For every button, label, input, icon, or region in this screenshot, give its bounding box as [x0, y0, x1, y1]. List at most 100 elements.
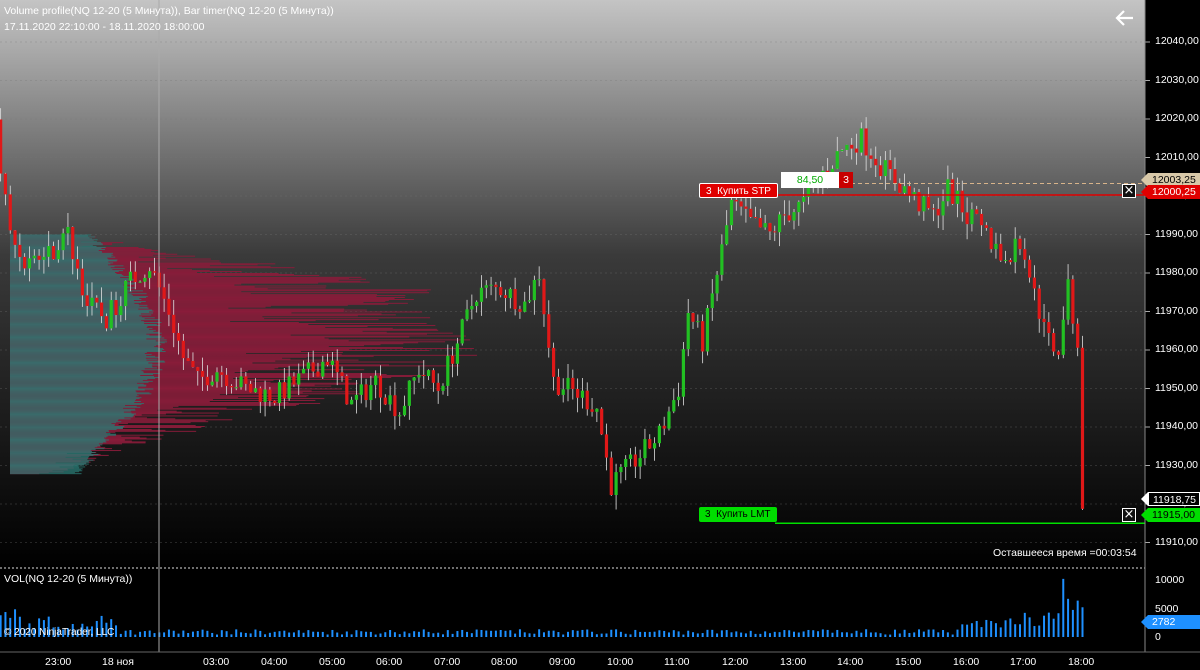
profile-row-value	[10, 298, 142, 300]
profile-row-value	[10, 329, 156, 331]
candle-body	[965, 212, 969, 225]
price-tick-label: 11940,00	[1155, 420, 1199, 432]
profile-row-value	[10, 458, 88, 460]
profile-row-value	[10, 393, 152, 395]
candle-body	[537, 279, 541, 281]
volume-bar	[744, 633, 747, 637]
profile-row-value	[10, 440, 106, 442]
candle-body	[61, 233, 65, 251]
candle-body	[220, 372, 224, 375]
candle-body	[436, 382, 440, 391]
candle-body	[710, 293, 714, 309]
profile-row-value	[10, 382, 138, 384]
candle-body	[172, 314, 176, 333]
time-tick-label: 05:00	[319, 656, 346, 668]
candle-body	[662, 425, 666, 429]
price-chart[interactable]	[0, 0, 1200, 670]
volume-bar	[0, 615, 2, 637]
candle-body	[628, 454, 633, 459]
profile-row-value	[10, 462, 87, 464]
volume-bar	[874, 632, 877, 637]
candle-body	[229, 386, 234, 388]
volume-bar	[1081, 607, 1084, 637]
volume-bar	[1047, 612, 1050, 637]
profile-row-value	[10, 426, 125, 427]
volume-bar	[408, 633, 411, 637]
cancel-stop-order-icon[interactable]: ×	[1122, 184, 1136, 198]
profile-row-value	[10, 252, 114, 254]
candle-body	[133, 271, 137, 283]
candle-body	[311, 362, 315, 372]
volume-bar	[687, 630, 690, 637]
profile-row-value	[10, 418, 131, 420]
candle-body	[941, 201, 945, 216]
profile-row-value	[10, 366, 153, 368]
profile-row-value	[10, 461, 90, 463]
volume-bar	[759, 633, 762, 637]
candle-body	[71, 226, 75, 260]
time-tick-label: 16:00	[953, 656, 980, 668]
profile-row-value	[10, 441, 107, 443]
profile-row-value	[10, 412, 132, 414]
volume-bar	[961, 624, 964, 637]
volume-bar	[797, 632, 800, 637]
candle-body	[753, 217, 758, 219]
price-tick-label: 11990,00	[1155, 227, 1199, 240]
volume-bar	[177, 633, 180, 637]
candle-body	[277, 382, 282, 404]
buy-limit-order-button[interactable]: 3 Купить LMT	[699, 507, 777, 522]
volume-bar	[490, 630, 493, 637]
volume-bar	[336, 632, 339, 637]
profile-row-value	[10, 459, 94, 461]
volume-bar	[913, 632, 916, 637]
volume-bar	[1067, 598, 1070, 637]
profile-row-value	[10, 273, 122, 275]
volume-bar	[278, 631, 281, 637]
profile-row-value	[10, 433, 117, 435]
profile-row-value	[10, 380, 153, 382]
candle-body	[465, 309, 469, 320]
cancel-limit-order-icon[interactable]: ×	[1122, 508, 1136, 522]
position-marker[interactable]: 84,50 3	[781, 172, 853, 188]
profile-row-value	[10, 303, 139, 305]
stop-order-qty: 3	[706, 186, 712, 197]
profile-row-value	[10, 328, 150, 330]
profile-row-value	[10, 289, 131, 291]
profile-row-value	[10, 339, 167, 341]
limit-order-qty: 3	[705, 509, 711, 520]
candle-body	[878, 165, 883, 177]
buy-stop-order-button[interactable]: 3 Купить STP	[699, 183, 778, 198]
profile-row-value	[10, 349, 165, 350]
volume-bar	[547, 630, 550, 637]
volume-bar	[216, 634, 218, 637]
volume-bar	[172, 630, 175, 637]
candle-body	[667, 411, 671, 429]
arrow-left-icon[interactable]	[1113, 6, 1137, 30]
profile-row-value	[10, 439, 109, 441]
profile-row-value	[10, 450, 91, 452]
volume-bar	[124, 630, 127, 637]
profile-row-value	[10, 443, 99, 445]
candle-body	[273, 400, 277, 404]
profile-row-value	[10, 384, 147, 386]
candle-body	[508, 288, 512, 299]
candle-body	[633, 454, 637, 467]
candle-body	[527, 300, 532, 302]
profile-row-value	[10, 365, 152, 367]
profile-row-value	[10, 306, 148, 308]
profile-row-value	[10, 447, 95, 449]
profile-row-value	[10, 280, 127, 282]
volume-bar	[523, 632, 526, 637]
profile-row-value	[10, 330, 154, 332]
profile-row-value	[10, 357, 146, 359]
profile-row-value	[10, 387, 139, 389]
volume-bar	[163, 632, 166, 637]
volume-bar	[283, 630, 286, 637]
profile-row-value	[10, 472, 75, 474]
volume-bar	[331, 629, 334, 637]
copyright: © 2020 NinjaTrader, LLC	[4, 627, 115, 638]
volume-bar	[831, 632, 834, 637]
candle-body	[768, 223, 772, 232]
volume-bar	[595, 634, 598, 637]
profile-row-value	[10, 234, 91, 236]
